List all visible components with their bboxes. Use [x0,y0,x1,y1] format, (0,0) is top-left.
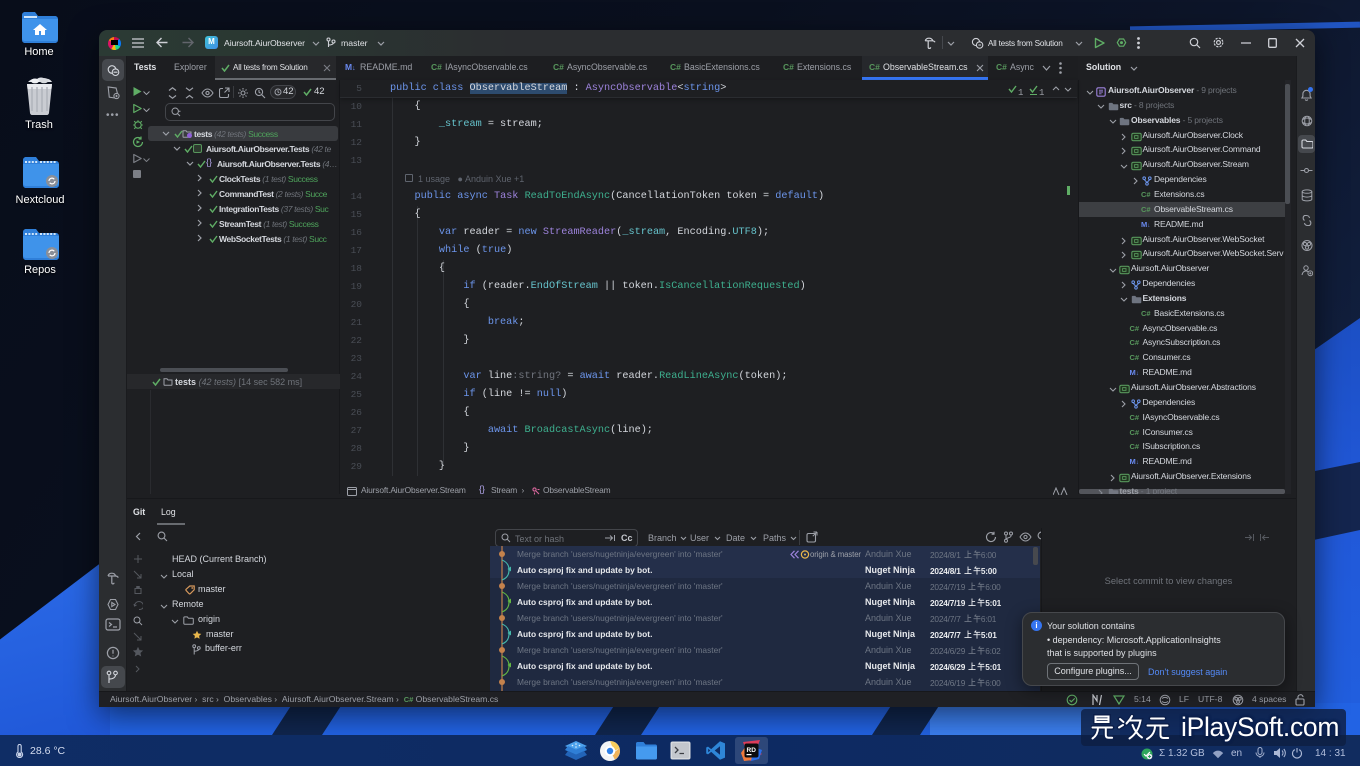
svg-text:RD: RD [747,747,757,754]
